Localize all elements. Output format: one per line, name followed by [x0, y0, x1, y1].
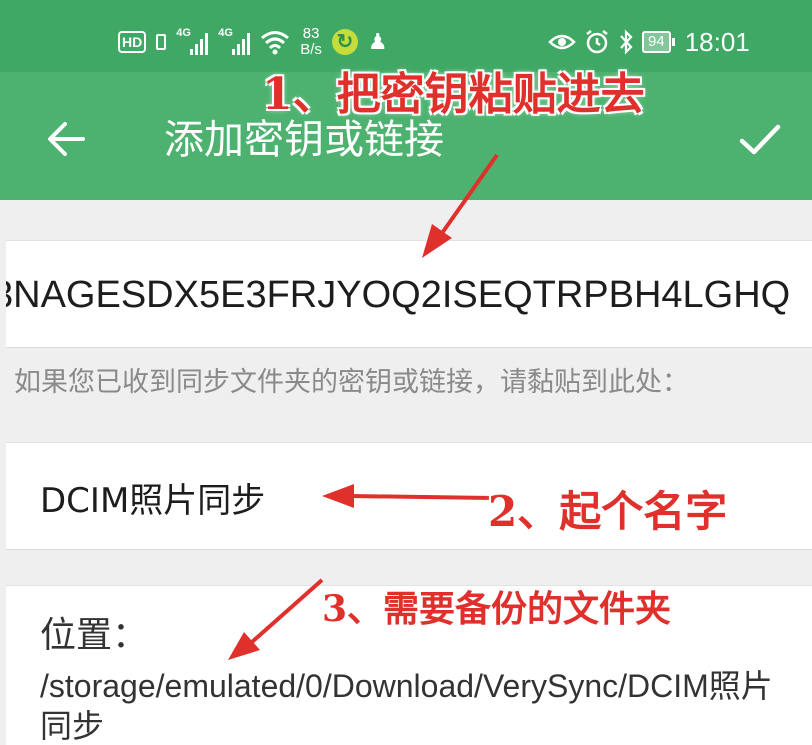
hd-badge: HD: [118, 31, 147, 53]
annotation-step-1: 1、把密钥粘贴进去: [262, 69, 645, 120]
arrow-left-icon: [48, 122, 85, 156]
signal-type-label: 4G: [218, 27, 233, 39]
eye-icon: [548, 34, 576, 50]
key-hint-text: 如果您已收到同步文件夹的密钥或链接，请黏贴到此处：: [14, 367, 689, 398]
signal-strength-icon: 4G: [176, 27, 209, 55]
annotation-step-2: 2、起个名字: [488, 487, 728, 536]
signal-type-label: 4G: [176, 27, 191, 39]
annotation-step-3: 3、需要备份的文件夹: [322, 588, 672, 630]
clock: 18:01: [684, 26, 750, 57]
location-path: /storage/emulated/0/Download/VerySync/DC…: [40, 668, 773, 744]
wifi-icon: [261, 31, 290, 55]
status-left-icons: HD 4G 4G 83 B/s ↻ ♟: [118, 22, 388, 62]
net-speed-unit: B/s: [300, 41, 322, 58]
key-input[interactable]: [6, 241, 812, 349]
signal-strength-icon: 4G: [218, 27, 251, 55]
status-right-icons: 94 18:01: [548, 22, 750, 62]
sim-card-icon: [156, 34, 167, 50]
net-speed-value: 83: [302, 25, 320, 42]
alarm-clock-icon: [586, 30, 608, 54]
back-button[interactable]: [40, 114, 90, 164]
network-speed: 83 B/s: [300, 26, 322, 58]
confirm-button[interactable]: [732, 112, 788, 168]
sync-app-icon: ↻: [331, 29, 358, 55]
bluetooth-icon: [620, 29, 633, 55]
checkmark-icon: [739, 124, 781, 155]
qq-penguin-icon: ♟: [367, 29, 388, 54]
location-label: 位置：: [40, 615, 149, 656]
key-input-card: [6, 240, 812, 349]
battery-icon: 94: [642, 31, 675, 53]
